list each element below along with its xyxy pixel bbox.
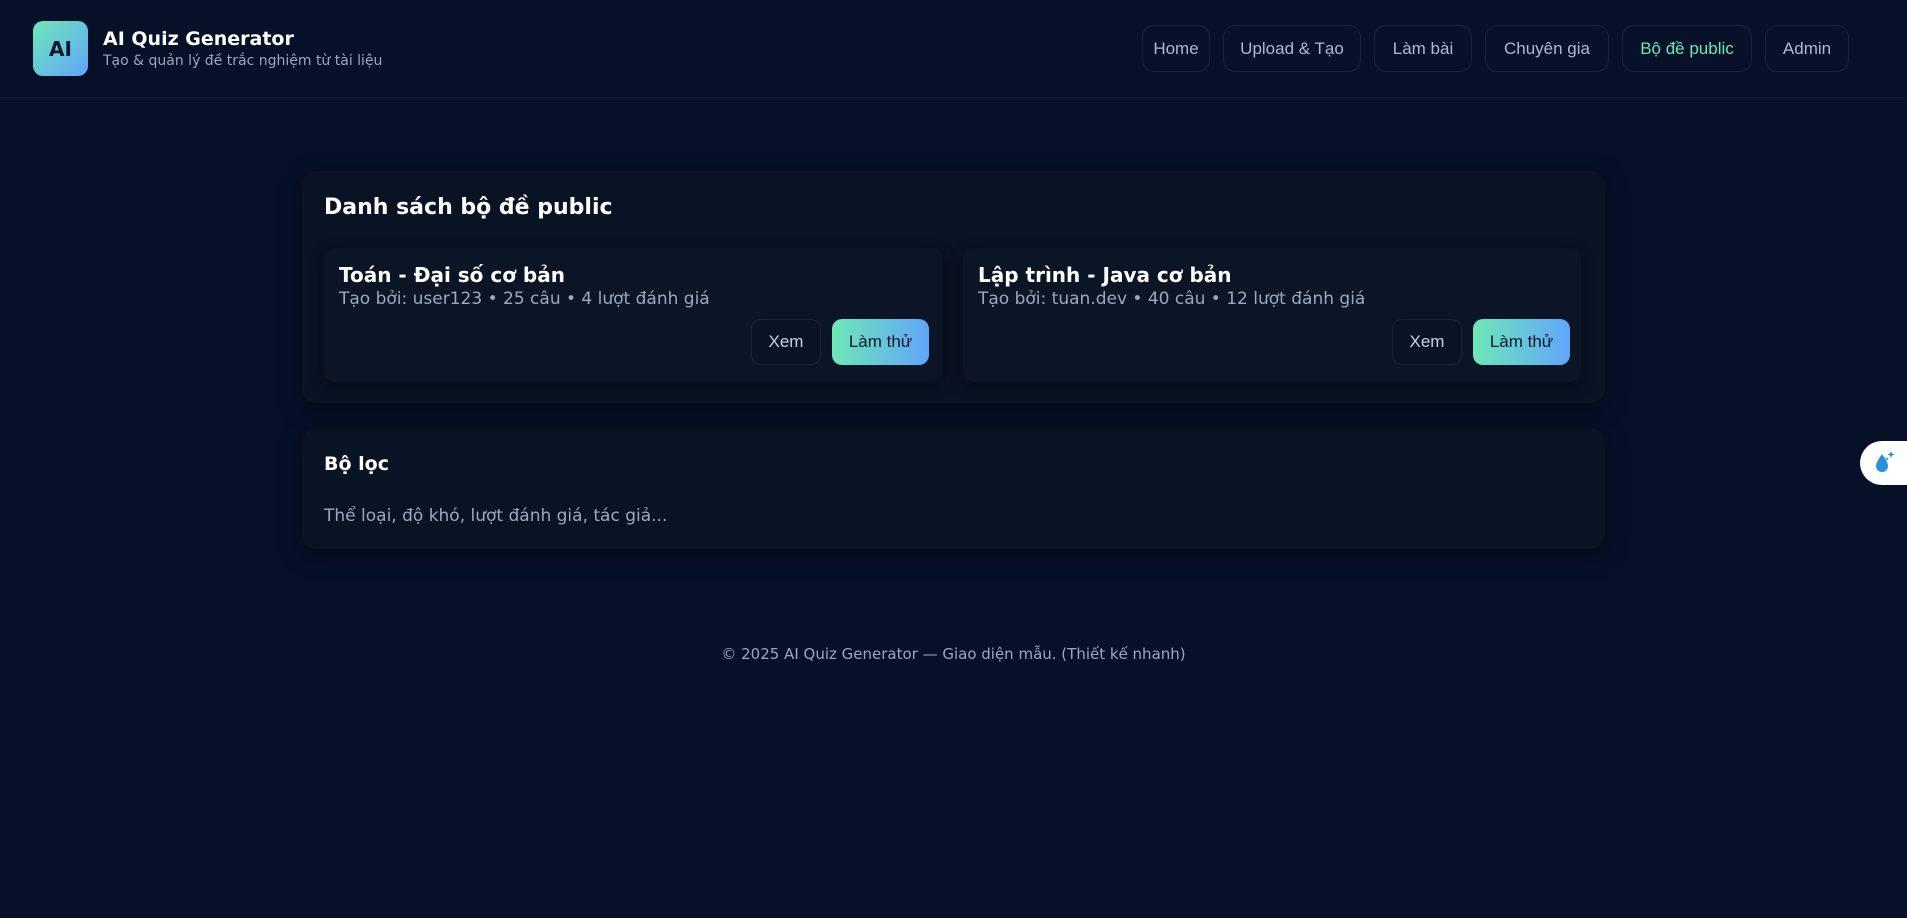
filter-description: Thể loại, độ khó, lượt đánh giá, tác giả… xyxy=(324,506,668,526)
quiz-item: Lập trình - Java cơ bản Tạo bởi: tuan.de… xyxy=(963,248,1581,382)
filter-card: Bộ lọc Thể loại, độ khó, lượt đánh giá, … xyxy=(302,428,1605,549)
app-header: AI AI Quiz Generator Tạo & quản lý đề tr… xyxy=(0,0,1907,98)
try-button[interactable]: Làm thử xyxy=(832,319,929,365)
quiz-title: Lập trình - Java cơ bản xyxy=(978,263,1232,287)
floating-assistant-button[interactable] xyxy=(1860,441,1907,485)
public-sets-title: Danh sách bộ đề public xyxy=(324,195,613,220)
nav-admin[interactable]: Admin xyxy=(1765,25,1849,72)
sparkle-drop-icon xyxy=(1870,447,1898,479)
app-subtitle: Tạo & quản lý đề trắc nghiệm từ tài liệu xyxy=(103,53,383,69)
quiz-meta: Tạo bởi: user123 • 25 câu • 4 lượt đánh … xyxy=(339,289,710,309)
logo-text: AI xyxy=(49,36,72,61)
nav-upload-create[interactable]: Upload & Tạo xyxy=(1223,25,1361,72)
nav-expert[interactable]: Chuyên gia xyxy=(1485,25,1609,72)
filter-title: Bộ lọc xyxy=(324,453,389,475)
quiz-title: Toán - Đại số cơ bản xyxy=(339,263,565,287)
view-button[interactable]: Xem xyxy=(1392,319,1462,365)
try-button[interactable]: Làm thử xyxy=(1473,319,1570,365)
quiz-meta: Tạo bởi: tuan.dev • 40 câu • 12 lượt đán… xyxy=(978,289,1366,309)
quiz-item: Toán - Đại số cơ bản Tạo bởi: user123 • … xyxy=(324,248,942,382)
footer-text: © 2025 AI Quiz Generator — Giao diện mẫu… xyxy=(721,645,1186,663)
view-button[interactable]: Xem xyxy=(751,319,821,365)
nav-take-quiz[interactable]: Làm bài xyxy=(1374,25,1472,72)
nav-home[interactable]: Home xyxy=(1142,25,1210,72)
public-sets-card: Danh sách bộ đề public Toán - Đại số cơ … xyxy=(302,171,1605,403)
app-title: AI Quiz Generator xyxy=(103,28,294,50)
nav-public-sets[interactable]: Bộ đề public xyxy=(1622,25,1752,72)
app-logo[interactable]: AI xyxy=(33,21,88,76)
